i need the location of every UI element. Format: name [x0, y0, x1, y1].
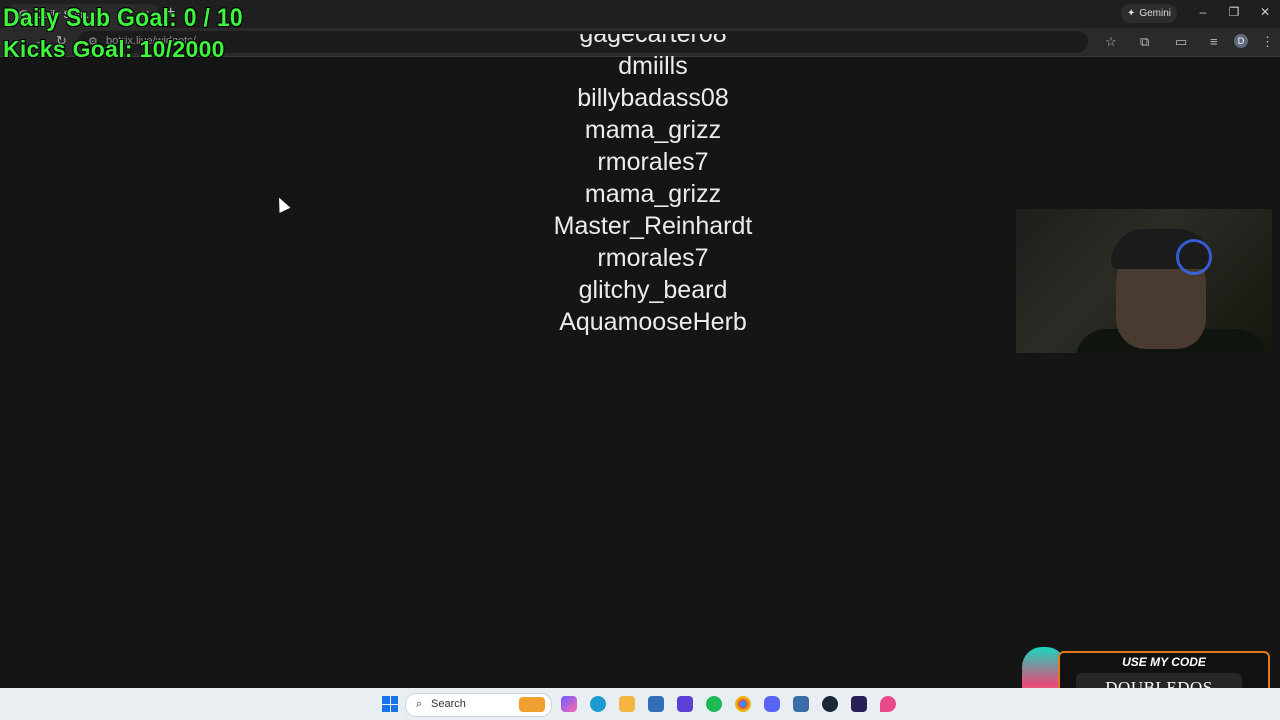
mouse-cursor-icon — [273, 195, 291, 213]
list-item: gagecarter08 — [579, 34, 727, 48]
minimize-button[interactable]: – — [1191, 5, 1215, 19]
map-pin-icon[interactable] — [880, 696, 896, 712]
search-highlight-icon — [519, 697, 545, 712]
webcam-feed — [1016, 209, 1272, 353]
spotify-icon[interactable] — [706, 696, 722, 712]
extensions-icon[interactable]: ⧉ — [1140, 34, 1149, 50]
list-item: AquamooseHerb — [559, 308, 747, 336]
nzxt-icon[interactable] — [851, 696, 867, 712]
close-window-button[interactable]: ✕ — [1253, 5, 1277, 19]
list-item: dmiills — [618, 52, 688, 80]
sponsor-title: USE MY CODE — [1122, 655, 1206, 669]
taskbar-search[interactable]: ⌕ Search — [405, 693, 552, 717]
edge-icon[interactable] — [590, 696, 606, 712]
cast-icon[interactable]: ▭ — [1175, 34, 1187, 50]
list-item: rmorales7 — [597, 148, 709, 176]
chrome-icon[interactable] — [735, 696, 751, 712]
sparkle-icon: ✦ — [1126, 8, 1136, 19]
profile-avatar[interactable]: D — [1234, 34, 1248, 48]
search-label: Search — [431, 698, 466, 710]
grid-app-icon[interactable] — [677, 696, 693, 712]
list-item: Master_Reinhardt — [553, 212, 753, 240]
menu-kebab-icon[interactable]: ⋮ — [1261, 34, 1274, 50]
bookmark-star-icon[interactable]: ☆ — [1105, 34, 1117, 50]
list-item: mama_grizz — [584, 116, 722, 144]
windows-taskbar: ⌕ Search — [0, 688, 1280, 720]
daily-sub-goal: Daily Sub Goal: 0 / 10 — [3, 4, 243, 32]
store-icon[interactable] — [648, 696, 664, 712]
search-icon: ⌕ — [416, 698, 423, 710]
list-item: glitchy_beard — [578, 276, 728, 304]
headset-icon — [1176, 239, 1212, 275]
restore-button[interactable]: ❐ — [1222, 5, 1246, 19]
copilot-icon[interactable] — [561, 696, 577, 712]
media-queue-icon[interactable]: ≡ — [1210, 34, 1218, 49]
windows-start-icon[interactable] — [382, 696, 398, 712]
gemini-button[interactable]: ✦ Gemini — [1121, 4, 1177, 23]
steam-icon[interactable] — [822, 696, 838, 712]
gemini-label: Gemini — [1139, 8, 1172, 19]
kicks-goal: Kicks Goal: 10/2000 — [3, 36, 225, 62]
list-item: billybadass08 — [577, 84, 729, 112]
list-item: rmorales7 — [597, 244, 709, 272]
file-explorer-icon[interactable] — [619, 696, 635, 712]
names-list: gagecarter08 dmiills billybadass08 mama_… — [453, 34, 853, 354]
discord-icon[interactable] — [764, 696, 780, 712]
browser-app-icon[interactable] — [793, 696, 809, 712]
list-item: mama_grizz — [584, 180, 722, 208]
